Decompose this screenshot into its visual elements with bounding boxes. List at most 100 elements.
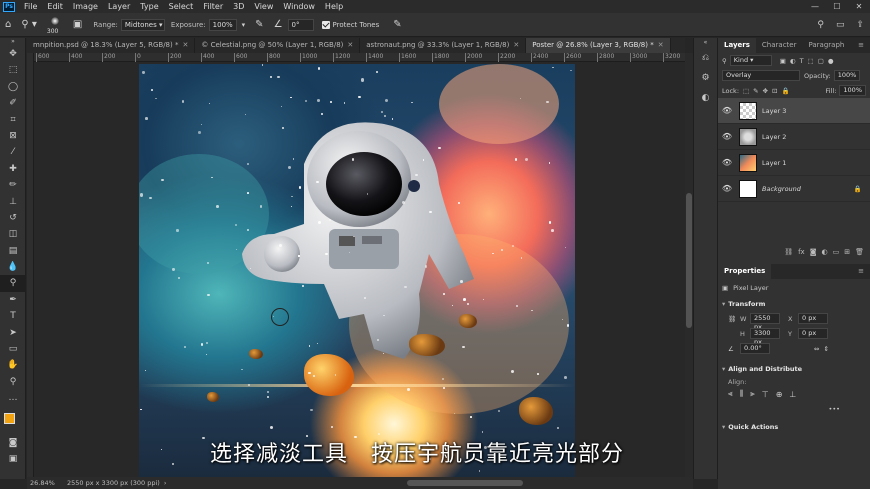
pressure-size-icon[interactable]: ✎ <box>393 19 401 30</box>
blur-tool-icon[interactable]: 💧 <box>0 259 26 275</box>
workspace-icon[interactable]: ▭ <box>836 20 845 30</box>
more-tools-icon[interactable]: … <box>0 390 26 406</box>
tab-document[interactable]: astronaut.png @ 33.3% (Layer 1, RGB/8) ✕ <box>360 38 527 53</box>
transform-section[interactable]: ▾ Transform <box>718 297 870 311</box>
screen-mode-icon[interactable]: ▣ <box>0 451 26 467</box>
align-left-icon[interactable]: ⫷ <box>728 389 733 399</box>
tab-character[interactable]: Character <box>756 38 803 53</box>
swatches-panel-icon[interactable]: ◐ <box>694 88 717 108</box>
link-layers-icon[interactable]: ⛓ <box>784 248 793 256</box>
flip-icons[interactable]: ⇔⇕ <box>814 345 833 353</box>
close-button[interactable]: ✕ <box>848 0 870 13</box>
layer-row[interactable]: 👁 Layer 2 <box>718 124 870 150</box>
angle-field[interactable]: 0° <box>287 18 314 31</box>
menu-3d[interactable]: 3D <box>228 2 249 11</box>
align-right-icon[interactable]: ⫸ <box>750 389 755 399</box>
visibility-eye-icon[interactable]: 👁 <box>718 106 736 115</box>
close-icon[interactable]: ✕ <box>347 41 353 49</box>
visibility-eye-icon[interactable]: 👁 <box>718 158 736 167</box>
align-center-h-icon[interactable]: ⫼ <box>740 389 744 399</box>
visibility-eye-icon[interactable]: 👁 <box>718 132 736 141</box>
align-bottom-icon[interactable]: ⊥ <box>789 390 796 399</box>
x-field[interactable]: 0 px <box>798 313 828 324</box>
layer-name[interactable]: Layer 1 <box>762 159 786 167</box>
pen-tool-icon[interactable]: ✒ <box>0 292 26 308</box>
layer-row[interactable]: 👁 Layer 1 <box>718 150 870 176</box>
hand-tool-icon[interactable]: ✋ <box>0 357 26 373</box>
eyedropper-tool-icon[interactable]: ⁄ <box>0 144 26 160</box>
layer-row[interactable]: 👁 Layer 3 <box>718 98 870 124</box>
close-icon[interactable]: ✕ <box>182 41 188 49</box>
horizontal-ruler[interactable]: 600 400 200 0 200 400 600 800 1000 1200 1400 1600 18… <box>34 53 685 62</box>
dock-collapse-icon[interactable]: « <box>694 38 717 48</box>
adjustment-layer-icon[interactable]: ◐ <box>822 248 828 256</box>
shape-tool-icon[interactable]: ▭ <box>0 341 26 357</box>
layer-name[interactable]: Layer 3 <box>762 107 786 115</box>
path-selection-tool-icon[interactable]: ➤ <box>0 325 26 341</box>
minimize-button[interactable]: — <box>804 0 826 13</box>
menu-select[interactable]: Select <box>164 2 199 11</box>
clone-stamp-tool-icon[interactable]: ⊥ <box>0 194 26 210</box>
opacity-field[interactable]: 100% <box>833 70 861 81</box>
share-icon[interactable]: ⇪ <box>856 20 864 30</box>
new-layer-icon[interactable]: ⊞ <box>844 248 850 256</box>
menu-edit[interactable]: Edit <box>42 2 68 11</box>
width-field[interactable]: 2550 px <box>750 313 780 331</box>
document-canvas[interactable] <box>139 64 575 477</box>
rotation-field[interactable]: 0.00° <box>740 343 770 354</box>
close-icon[interactable]: ✕ <box>658 41 664 49</box>
layer-name[interactable]: Background <box>762 185 801 193</box>
eraser-tool-icon[interactable]: ◫ <box>0 226 26 242</box>
quick-mask-icon[interactable]: ◙ <box>0 435 26 451</box>
maximize-button[interactable]: ☐ <box>826 0 848 13</box>
layer-name[interactable]: Layer 2 <box>762 133 786 141</box>
tab-layers[interactable]: Layers <box>718 38 756 53</box>
tab-properties[interactable]: Properties <box>718 264 772 279</box>
history-panel-icon[interactable]: ⎌ <box>694 48 717 68</box>
blend-mode-select[interactable]: Overlay <box>722 70 800 81</box>
height-field[interactable]: 3300 px <box>750 328 780 346</box>
zoom-level[interactable]: 26.84% <box>27 479 67 487</box>
status-arrow-icon[interactable]: › <box>164 479 167 487</box>
foreground-color-swatch[interactable] <box>4 412 15 424</box>
vertical-ruler[interactable] <box>27 53 34 478</box>
healing-brush-tool-icon[interactable]: ✚ <box>0 161 26 177</box>
scrollbar-thumb[interactable] <box>686 193 692 328</box>
add-mask-icon[interactable]: ◙ <box>810 248 817 256</box>
y-field[interactable]: 0 px <box>798 328 828 339</box>
exposure-field[interactable]: 100% <box>208 18 237 31</box>
layer-row[interactable]: 👁 Background 🔒 <box>718 176 870 202</box>
adjustments-panel-icon[interactable]: ⚙ <box>694 68 717 88</box>
tab-document[interactable]: © Celestial.png @ 50% (Layer 1, RGB/8) ✕ <box>195 38 361 53</box>
lock-icons[interactable]: ⬚✎✥⊡🔒 <box>743 87 794 95</box>
menu-view[interactable]: View <box>249 2 278 11</box>
menu-help[interactable]: Help <box>320 2 348 11</box>
zoom-tool-icon[interactable]: ⚲ <box>0 374 26 390</box>
align-top-icon[interactable]: ⊤ <box>762 390 769 399</box>
tab-document[interactable]: mnpition.psd @ 18.3% (Layer 5, RGB/8) * ✕ <box>27 38 196 53</box>
more-options-icon[interactable]: ••• <box>718 401 870 416</box>
quick-actions-section[interactable]: ▾ Quick Actions <box>718 420 870 434</box>
range-select[interactable]: Midtones ▾ <box>120 18 165 31</box>
document-info[interactable]: 2550 px x 3300 px (300 ppi) <box>67 479 160 487</box>
lasso-tool-icon[interactable]: ◯ <box>0 79 26 95</box>
menu-layer[interactable]: Layer <box>103 2 135 11</box>
visibility-eye-icon[interactable]: 👁 <box>718 184 736 193</box>
menu-filter[interactable]: Filter <box>198 2 228 11</box>
align-middle-v-icon[interactable]: ⊕ <box>776 390 783 399</box>
menu-type[interactable]: Type <box>135 2 163 11</box>
tab-paragraph[interactable]: Paragraph <box>802 38 850 53</box>
crop-tool-icon[interactable]: ⌗ <box>0 112 26 128</box>
canvas-area[interactable] <box>34 62 685 477</box>
move-tool-icon[interactable]: ✥ <box>0 46 26 62</box>
toolbar-collapse-icon[interactable]: » <box>0 38 26 46</box>
close-icon[interactable]: ✕ <box>513 41 519 49</box>
exposure-dropdown-icon[interactable]: ▾ <box>242 21 246 29</box>
marquee-tool-icon[interactable]: ⬚ <box>0 62 26 78</box>
home-icon[interactable]: ⌂ <box>5 19 11 30</box>
brush-preset-picker[interactable]: 300 <box>46 15 64 35</box>
menu-file[interactable]: File <box>19 2 42 11</box>
frame-tool-icon[interactable]: ⊠ <box>0 128 26 144</box>
dodge-tool-icon[interactable]: ⚲ <box>0 275 26 292</box>
type-tool-icon[interactable]: T <box>0 308 26 324</box>
